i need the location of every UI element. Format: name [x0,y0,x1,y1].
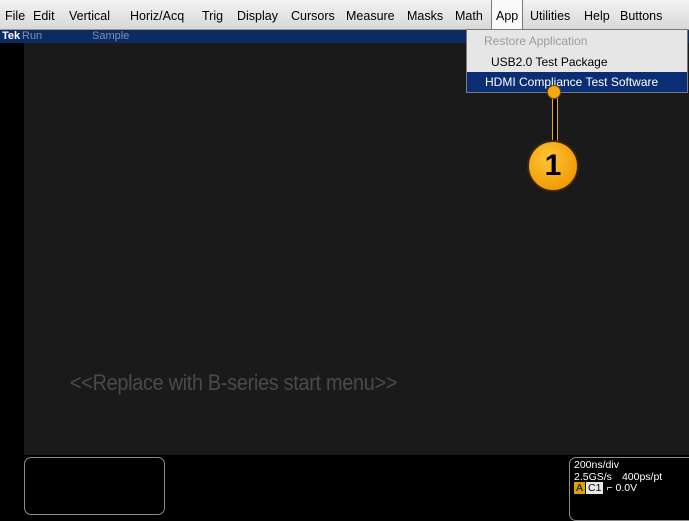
run-state-label: Run [22,30,43,42]
menu-edit[interactable]: Edit [33,0,55,29]
callout-pointer-dot [547,85,561,99]
placeholder-text: <<Replace with B-series start menu>> [70,370,398,395]
menu-app[interactable]: App [491,0,524,30]
menu-display[interactable]: Display [237,0,278,29]
menu-vertical[interactable]: Vertical [69,0,110,29]
menu-trig[interactable]: Trig [202,0,223,29]
sample-rate: 2.5GS/s [574,470,612,483]
record-resolution: 400ps/pt [621,470,663,483]
menu-buttons[interactable]: Buttons [620,0,662,29]
rising-edge-icon: ⌐ [606,482,613,494]
menu-file[interactable]: File [5,0,25,29]
menu-math[interactable]: Math [455,0,483,29]
menu-bar: File Edit Vertical Horiz/Acq Trig Displa… [0,0,689,30]
trigger-level: 0.0V [615,482,638,494]
acquisition-mode-label: Sample [92,30,130,42]
menu-item-hdmi-compliance[interactable]: HDMI Compliance Test Software [467,72,687,92]
menu-help[interactable]: Help [584,0,610,29]
trigger-source-badge: C1 [586,482,604,494]
menu-cursors[interactable]: Cursors [291,0,335,29]
menu-masks[interactable]: Masks [407,0,443,29]
app-dropdown-menu: Restore Application USB2.0 Test Package … [466,29,688,93]
menu-horiz-acq[interactable]: Horiz/Acq [130,0,184,29]
menu-item-restore-application: Restore Application [484,34,588,48]
timebase-trigger-readout[interactable]: 200ns/div 2.5GS/s 400ps/pt A C1 ⌐ 0.0V [569,457,689,521]
menu-item-usb-test-package[interactable]: USB2.0 Test Package [467,52,687,72]
brand-label: Tek [2,30,21,42]
callout-number-badge: 1 [527,140,579,192]
trigger-mode-badge: A [574,482,586,494]
menu-utilities[interactable]: Utilities [530,0,570,29]
channel-readout-box[interactable] [24,457,165,515]
menu-measure[interactable]: Measure [346,0,395,29]
trigger-line: A C1 ⌐ 0.0V [574,482,689,495]
